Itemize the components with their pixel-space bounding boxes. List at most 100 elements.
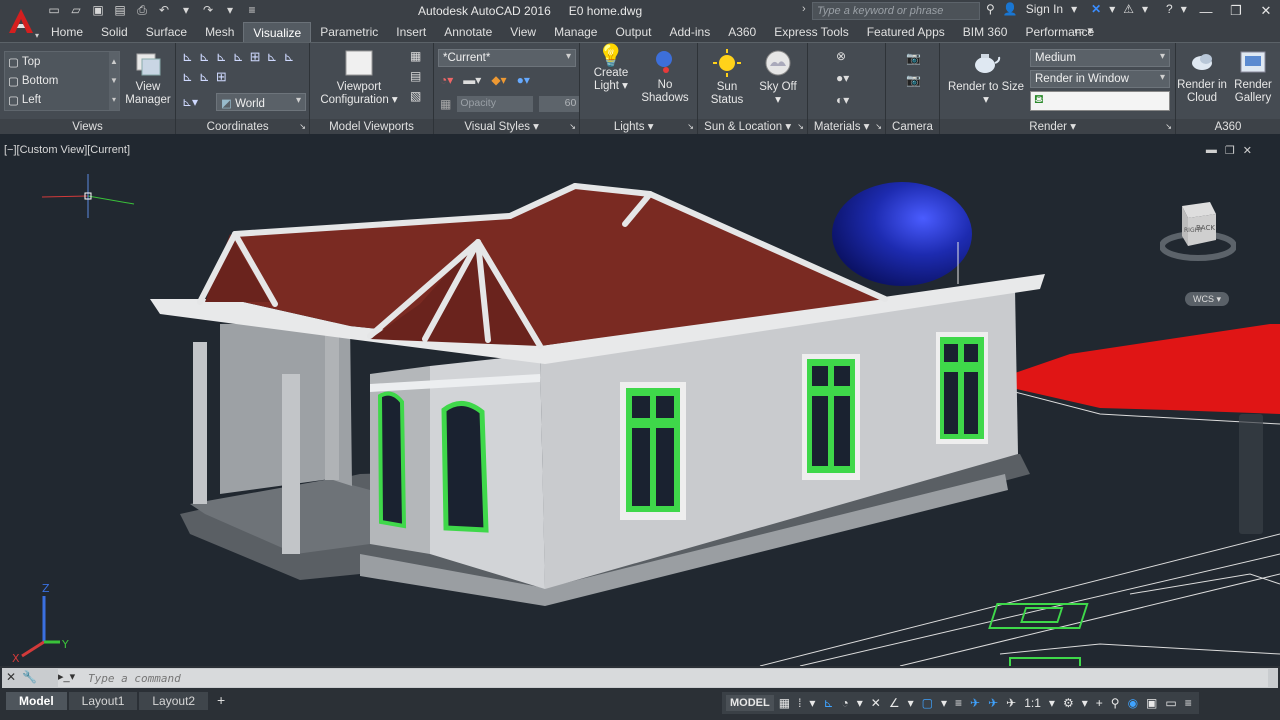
viewport-configuration-button[interactable]: Viewport Configuration ▾ (316, 49, 402, 107)
render-gallery-button[interactable]: Render Gallery (1228, 49, 1278, 105)
annotation-visibility-icon[interactable]: ✈ (967, 696, 983, 710)
ucs-icon[interactable]: ⊾ (182, 49, 193, 65)
customize-qat-icon[interactable]: ≡ (244, 2, 260, 18)
minimize-icon[interactable]: — (1196, 2, 1216, 20)
customize-icon[interactable]: 🔧 (22, 670, 37, 684)
dropdown-icon[interactable]: ▾ (806, 696, 818, 710)
tab-view[interactable]: View (501, 22, 545, 42)
tab-layout2[interactable]: Layout2 (139, 692, 209, 710)
restore-icon[interactable]: ❐ (1226, 2, 1246, 20)
scale-value[interactable]: 1:1 (1021, 696, 1044, 710)
tab-solid[interactable]: Solid (92, 22, 137, 42)
dropdown-icon[interactable]: ▾ (854, 696, 866, 710)
launcher-icon[interactable]: ↘ (875, 119, 882, 135)
dropdown-icon[interactable]: ▾ (222, 2, 238, 18)
clean-screen-icon[interactable]: ▭ (1162, 696, 1179, 710)
redo-icon[interactable]: ↷ (200, 2, 216, 18)
tab-layout1[interactable]: Layout1 (68, 692, 138, 710)
render-in-cloud-button[interactable]: Render in Cloud (1176, 49, 1228, 105)
osnap-icon[interactable]: ∠ (886, 696, 903, 710)
shadow-icon[interactable]: ▬▾ (463, 73, 481, 87)
launcher-icon[interactable]: ↘ (687, 119, 694, 135)
auto-scale-icon[interactable]: ✈ (985, 696, 1001, 710)
ucs-world-icon[interactable]: ⊾ (199, 49, 210, 65)
snap-icon[interactable]: ⁞ (795, 696, 804, 710)
undo-icon[interactable]: ↶ (156, 2, 172, 18)
stay-connected-icon[interactable]: ⚠ (1123, 2, 1134, 16)
tab-bim-360[interactable]: BIM 360 (954, 22, 1017, 42)
search-input[interactable]: Type a keyword or phrase (812, 2, 980, 20)
tab-home[interactable]: Home (42, 22, 92, 42)
tab-a360[interactable]: A360 (719, 22, 765, 42)
ucs-face-icon[interactable]: ⊾ (182, 69, 193, 85)
ucs-origin-icon[interactable]: ⊾ (216, 49, 227, 65)
tab-annotate[interactable]: Annotate (435, 22, 501, 42)
customization-icon[interactable]: ≡ (1182, 696, 1195, 710)
tab-model[interactable]: Model (6, 692, 67, 710)
search-expand-icon[interactable]: › (802, 3, 806, 15)
binoculars-icon[interactable]: ⚲ (986, 2, 995, 16)
render-in-combo[interactable]: Render in Window (1030, 70, 1170, 88)
viewcube[interactable]: RIGHT BACK (1159, 200, 1237, 265)
no-shadows-button[interactable]: No Shadows (638, 49, 692, 105)
edge-effects-icon[interactable]: ◔▾ (440, 73, 453, 87)
materials-browser-icon[interactable]: ⊗ (836, 49, 849, 63)
annotation-scale-icon[interactable]: ✈ (1003, 696, 1019, 710)
tab-output[interactable]: Output (606, 22, 660, 42)
ucs-named-icon[interactable]: ⊞ (216, 69, 227, 85)
save-as-icon[interactable]: ▤ (112, 2, 128, 18)
opacity-value[interactable]: 60 (539, 96, 580, 112)
dropdown-icon[interactable]: ▾ (178, 2, 194, 18)
view-manager-button[interactable]: View Manager (124, 51, 172, 107)
dropdown-icon[interactable]: ▾ (1181, 2, 1187, 16)
plot-icon[interactable]: ⎙ (134, 2, 150, 18)
dropdown-icon[interactable]: ▾ (1109, 2, 1115, 16)
opacity-slider[interactable]: Opacity (457, 96, 534, 112)
drawing-viewport[interactable]: [−][Custom View][Current] ▬ ❐ ✕ Z Y X RI… (0, 134, 1280, 666)
dropdown-icon[interactable]: ▾ (905, 696, 917, 710)
close-icon[interactable]: ✕ (1256, 2, 1276, 20)
visual-style-combo[interactable]: *Current* (438, 49, 576, 67)
application-menu-button[interactable]: ▾ (0, 0, 42, 42)
tab-featured-apps[interactable]: Featured Apps (858, 22, 954, 42)
ucs-combo[interactable]: ◩ World (216, 93, 306, 111)
render-environment-field[interactable]: ⛾ (1030, 91, 1170, 111)
close-command-line-icon[interactable]: ✕ (6, 670, 16, 684)
tab-insert[interactable]: Insert (387, 22, 435, 42)
dropdown-icon[interactable]: ▾ (1142, 2, 1148, 16)
isodraft-icon[interactable]: ✕ (868, 696, 884, 710)
restore-viewport-icon[interactable]: ▧ (410, 89, 421, 103)
render-to-size-button[interactable]: Render to Size ▾ (946, 49, 1026, 107)
launcher-icon[interactable]: ↘ (569, 119, 576, 135)
materials-toggle-icon[interactable]: ◐▾ (836, 93, 849, 107)
object-snap-icon[interactable]: ▢ (919, 696, 936, 710)
quick-properties-icon[interactable]: ◉ (1125, 696, 1141, 710)
views-list[interactable]: ▢ Top ▢ Bottom ▢ Left ▲ ▼ ▾ (4, 51, 120, 111)
ucs-object-icon[interactable]: ⊾ (283, 49, 294, 65)
tab-visualize[interactable]: Visualize (243, 22, 312, 42)
views-scrollbar[interactable]: ▲ ▼ ▾ (109, 52, 119, 110)
ucs-settings-icon[interactable]: ⊞ (250, 49, 261, 65)
command-input[interactable] (58, 669, 1268, 687)
ucs-x-icon[interactable]: ⊾ (199, 69, 210, 85)
ucs-previous-icon[interactable]: ⊾▾ (182, 95, 198, 109)
tab-parametric[interactable]: Parametric (311, 22, 387, 42)
dropdown-icon[interactable]: ▾ (1071, 2, 1077, 16)
render-quality-combo[interactable]: Medium (1030, 49, 1170, 67)
dropdown-icon[interactable]: ▾ (938, 696, 950, 710)
launcher-icon[interactable]: ↘ (1165, 119, 1172, 135)
join-viewports-icon[interactable]: ▤ (410, 69, 421, 83)
command-prompt-icon[interactable]: ▸_▾ (58, 670, 75, 683)
model-space-button[interactable]: MODEL (726, 695, 774, 711)
annotation-monitor-icon[interactable]: + (1093, 696, 1106, 710)
ucs-3point-icon[interactable]: ⊾ (233, 49, 244, 65)
create-camera-icon[interactable]: 📷 (906, 51, 921, 65)
wcs-menu[interactable]: WCS ▾ (1185, 292, 1229, 306)
grid-icon[interactable]: ▦ (776, 696, 793, 710)
workspace-icon[interactable]: ⚙ (1060, 696, 1077, 710)
tab-surface[interactable]: Surface (137, 22, 196, 42)
launcher-icon[interactable]: ↘ (797, 119, 804, 135)
dropdown-icon[interactable]: ▾ (1079, 696, 1091, 710)
view-top-item[interactable]: ▢ Top (8, 55, 40, 69)
autodesk-exchange-icon[interactable]: ✕ (1091, 2, 1101, 16)
